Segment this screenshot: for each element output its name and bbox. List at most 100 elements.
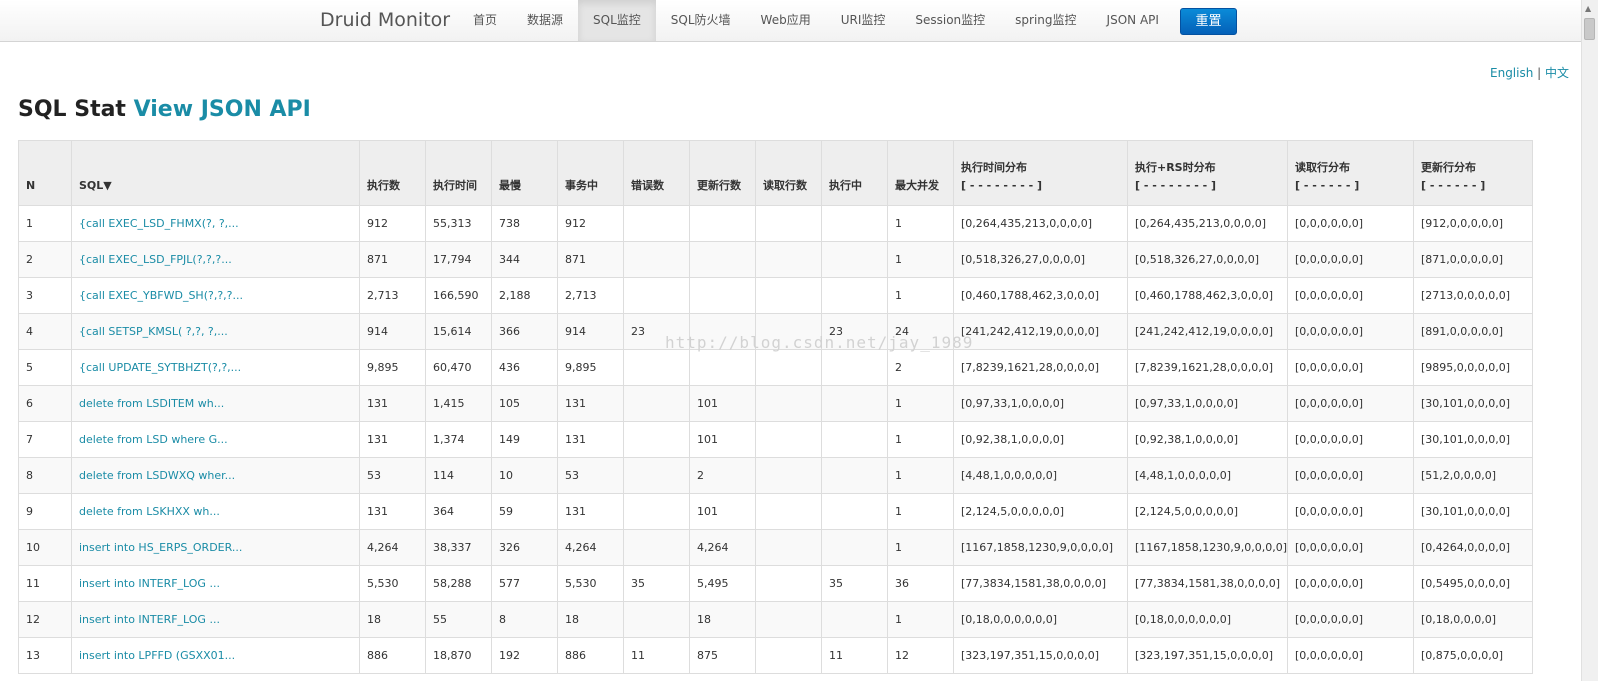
page-scrollbar[interactable]: ▲ xyxy=(1581,0,1598,681)
table-row: 10 insert into HS_ERPS_ORDER... 4,264 38,33… xyxy=(18,529,1533,566)
column-header: 更新行分布 [ - - - - - - ] xyxy=(1413,140,1533,206)
table-cell: [0,0,0,0,0,0] xyxy=(1287,637,1414,674)
brand-title[interactable]: Druid Monitor xyxy=(320,9,450,31)
table-cell: [241,242,412,19,0,0,0,0] xyxy=(1127,313,1288,350)
sql-link[interactable]: insert into HS_ERPS_ORDER... xyxy=(79,541,242,554)
table-cell: 17,794 xyxy=(425,241,492,278)
nav-item-json-api[interactable]: JSON API xyxy=(1092,0,1174,41)
table-cell xyxy=(623,457,690,494)
table-row: 8 delete from LSDWXQ wher... 53 114 10 53 2 1 [4… xyxy=(18,457,1533,494)
table-cell xyxy=(755,529,822,566)
sql-link[interactable]: {call EXEC_LSD_FPJL(?,?,?... xyxy=(79,253,232,266)
table-cell xyxy=(755,565,822,602)
table-cell: [912,0,0,0,0,0] xyxy=(1413,205,1533,242)
column-header: 读取行分布 [ - - - - - - ] xyxy=(1287,140,1414,206)
nav-item-web-app[interactable]: Web应用 xyxy=(746,0,826,41)
table-cell xyxy=(623,385,690,422)
table-row: 11 insert into INTERF_LOG ... 5,530 58,288 5… xyxy=(18,565,1533,602)
column-header[interactable]: SQL▼ xyxy=(71,140,360,206)
table-cell: [0,0,0,0,0,0] xyxy=(1287,457,1414,494)
table-cell: [891,0,0,0,0,0] xyxy=(1413,313,1533,350)
table-cell: 101 xyxy=(689,385,756,422)
column-header: 最慢 xyxy=(491,140,558,206)
table-cell: {call EXEC_LSD_FHMX(?, ?,... xyxy=(71,205,360,242)
column-header-label: 执行时间分布 xyxy=(961,161,1027,174)
sql-link[interactable]: delete from LSDITEM wh... xyxy=(79,397,224,410)
sql-link[interactable]: delete from LSDWXQ wher... xyxy=(79,469,235,482)
column-header: 事务中 xyxy=(557,140,624,206)
sql-link[interactable]: {call EXEC_YBFWD_SH(?,?,?... xyxy=(79,289,243,302)
table-cell: 738 xyxy=(491,205,558,242)
view-json-api-link[interactable]: View JSON API xyxy=(134,97,311,122)
table-cell: 1 xyxy=(887,421,954,458)
table-cell: 912 xyxy=(557,205,624,242)
table-cell xyxy=(821,385,888,422)
table-cell: 871 xyxy=(359,241,426,278)
table-cell xyxy=(821,349,888,386)
sql-link[interactable]: insert into LPFFD (GSXX01... xyxy=(79,649,235,662)
table-cell: 12 xyxy=(18,601,72,638)
table-cell: 2 xyxy=(689,457,756,494)
column-header-label: 更新行分布 xyxy=(1421,161,1476,174)
sql-link[interactable]: delete from LSKHXX wh... xyxy=(79,505,220,518)
table-cell: 53 xyxy=(557,457,624,494)
table-cell: 1 xyxy=(887,601,954,638)
table-cell: 60,470 xyxy=(425,349,492,386)
sql-link[interactable]: {call EXEC_LSD_FHMX(?, ?,... xyxy=(79,217,239,230)
sql-link[interactable]: {call SETSP_KMSL( ?,?, ?,... xyxy=(79,325,228,338)
table-cell: [9895,0,0,0,0,0] xyxy=(1413,349,1533,386)
table-cell: 131 xyxy=(359,421,426,458)
table-cell: 6 xyxy=(18,385,72,422)
nav-item-sql-firewall[interactable]: SQL防火墙 xyxy=(656,0,746,41)
table-cell: 914 xyxy=(557,313,624,350)
table-cell: [0,5495,0,0,0,0] xyxy=(1413,565,1533,602)
table-cell: [0,0,0,0,0,0] xyxy=(1287,493,1414,530)
table-cell: insert into LPFFD (GSXX01... xyxy=(71,637,360,674)
table-cell: delete from LSKHXX wh... xyxy=(71,493,360,530)
table-cell: [0,4264,0,0,0,0] xyxy=(1413,529,1533,566)
table-cell: 131 xyxy=(557,493,624,530)
sql-link[interactable]: delete from LSD where G... xyxy=(79,433,228,446)
nav-item-sql-monitor[interactable]: SQL监控 xyxy=(578,0,656,41)
scroll-up-arrow-icon[interactable]: ▲ xyxy=(1585,4,1591,13)
table-cell: [0,18,0,0,0,0,0,0] xyxy=(1127,601,1288,638)
reset-button[interactable]: 重置 xyxy=(1180,8,1237,35)
sql-link[interactable]: {call UPDATE_SYTBHZT(?,?,... xyxy=(79,361,241,374)
column-header: 执行时间 xyxy=(425,140,492,206)
page-title: SQL Stat View JSON API xyxy=(18,97,311,122)
table-row: 7 delete from LSD where G... 131 1,374 149 13… xyxy=(18,421,1533,458)
sql-link[interactable]: insert into INTERF_LOG ... xyxy=(79,613,220,626)
table-cell: delete from LSDWXQ wher... xyxy=(71,457,360,494)
lang-english-link[interactable]: English xyxy=(1490,66,1533,80)
table-cell: [323,197,351,15,0,0,0,0] xyxy=(1127,637,1288,674)
table-cell: 12 xyxy=(887,637,954,674)
sql-link[interactable]: insert into INTERF_LOG ... xyxy=(79,577,220,590)
table-cell: [7,8239,1621,28,0,0,0,0] xyxy=(953,349,1128,386)
column-header: 执行时间分布 [ - - - - - - - - ] xyxy=(953,140,1128,206)
nav-item-home[interactable]: 首页 xyxy=(458,0,512,41)
table-row: 2 {call EXEC_LSD_FPJL(?,?,?... 871 17,794 34… xyxy=(18,241,1533,278)
table-cell: 366 xyxy=(491,313,558,350)
column-header-label: 执行+RS时分布 xyxy=(1135,161,1216,174)
nav-item-uri-monitor[interactable]: URI监控 xyxy=(826,0,901,41)
table-header-row: N SQL▼ 执行数 执行时间 最慢 事务中 错误数 更新行数 读取行数 执行中 最大并发 执行时间分… xyxy=(18,140,1533,206)
nav-item-datasource[interactable]: 数据源 xyxy=(512,0,578,41)
table-cell: 8 xyxy=(491,601,558,638)
scroll-thumb[interactable] xyxy=(1584,18,1595,40)
lang-chinese-link[interactable]: 中文 xyxy=(1545,66,1569,80)
table-cell: delete from LSDITEM wh... xyxy=(71,385,360,422)
table-cell: [0,92,38,1,0,0,0,0] xyxy=(953,421,1128,458)
table-cell: delete from LSD where G... xyxy=(71,421,360,458)
table-cell: [0,264,435,213,0,0,0,0] xyxy=(953,205,1128,242)
table-cell: 1,415 xyxy=(425,385,492,422)
table-cell xyxy=(623,601,690,638)
table-cell: 3 xyxy=(18,277,72,314)
table-cell: 36 xyxy=(887,565,954,602)
nav-item-spring-monitor[interactable]: spring监控 xyxy=(1000,0,1091,41)
table-cell: 5,530 xyxy=(359,565,426,602)
table-cell: 4,264 xyxy=(689,529,756,566)
table-cell: 18,870 xyxy=(425,637,492,674)
table-cell: [0,97,33,1,0,0,0,0] xyxy=(1127,385,1288,422)
lang-separator: | xyxy=(1537,66,1542,80)
nav-item-session-monitor[interactable]: Session监控 xyxy=(900,0,1000,41)
